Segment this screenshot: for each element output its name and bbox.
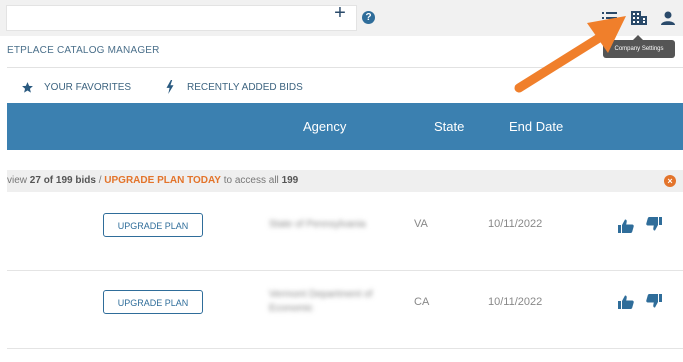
column-agency[interactable]: Agency	[303, 119, 346, 134]
banner-count: 27 of 199 bids	[29, 175, 96, 186]
column-state[interactable]: State	[434, 119, 464, 134]
user-icon[interactable]	[659, 9, 677, 27]
favorites-link[interactable]: YOUR FAVORITES	[21, 80, 131, 94]
favorites-label: YOUR FAVORITES	[44, 81, 132, 93]
table-header: Agency State End Date	[7, 103, 683, 150]
end-date-value: 10/11/2022	[488, 218, 543, 230]
breadcrumb: ETPLACE CATALOG MANAGER	[7, 45, 160, 56]
thumbs-up-icon[interactable]	[618, 219, 634, 233]
divider	[7, 67, 683, 68]
upgrade-banner: view 27 of 199 bids / UPGRADE PLAN TODAY…	[7, 170, 683, 192]
table-row: UPGRADE PLAN Vermont Department of Econo…	[7, 270, 683, 349]
recent-bids-link[interactable]: RECENTLY ADDED BIDS	[165, 80, 303, 94]
table-row: UPGRADE PLAN State of Pennsylvania VA 10…	[7, 192, 683, 271]
thumbs-down-icon[interactable]	[646, 217, 662, 231]
column-end-date[interactable]: End Date	[509, 119, 563, 134]
banner-prefix: view	[7, 175, 28, 186]
company-settings-tooltip: Company Settings	[603, 35, 675, 58]
upgrade-plan-link[interactable]: UPGRADE PLAN TODAY	[104, 175, 221, 186]
help-icon[interactable]: ?	[362, 11, 375, 24]
state-value: CA	[414, 296, 430, 308]
bolt-icon	[166, 80, 174, 94]
agency-name: Vermont Department of Economic	[269, 289, 373, 314]
star-icon	[22, 81, 33, 93]
thumbs-up-icon[interactable]	[618, 295, 634, 309]
upgrade-plan-button[interactable]: UPGRADE PLAN	[103, 213, 203, 237]
agency-name: State of Pennsylvania	[269, 219, 366, 230]
banner-middle: to access all	[223, 175, 279, 186]
upgrade-plan-button[interactable]: UPGRADE PLAN	[103, 290, 203, 314]
close-icon[interactable]: ×	[664, 175, 676, 187]
banner-total: 199	[281, 175, 299, 186]
list-icon[interactable]	[601, 9, 619, 27]
thumbs-down-icon[interactable]	[646, 294, 662, 308]
building-icon[interactable]	[630, 9, 648, 27]
recent-bids-label: RECENTLY ADDED BIDS	[187, 81, 303, 93]
end-date-value: 10/11/2022	[488, 296, 543, 308]
state-value: VA	[414, 218, 428, 230]
top-bar: + ?	[0, 0, 683, 36]
search-input[interactable]	[6, 5, 357, 31]
banner-slash: /	[98, 175, 102, 186]
add-button[interactable]: +	[331, 3, 349, 23]
